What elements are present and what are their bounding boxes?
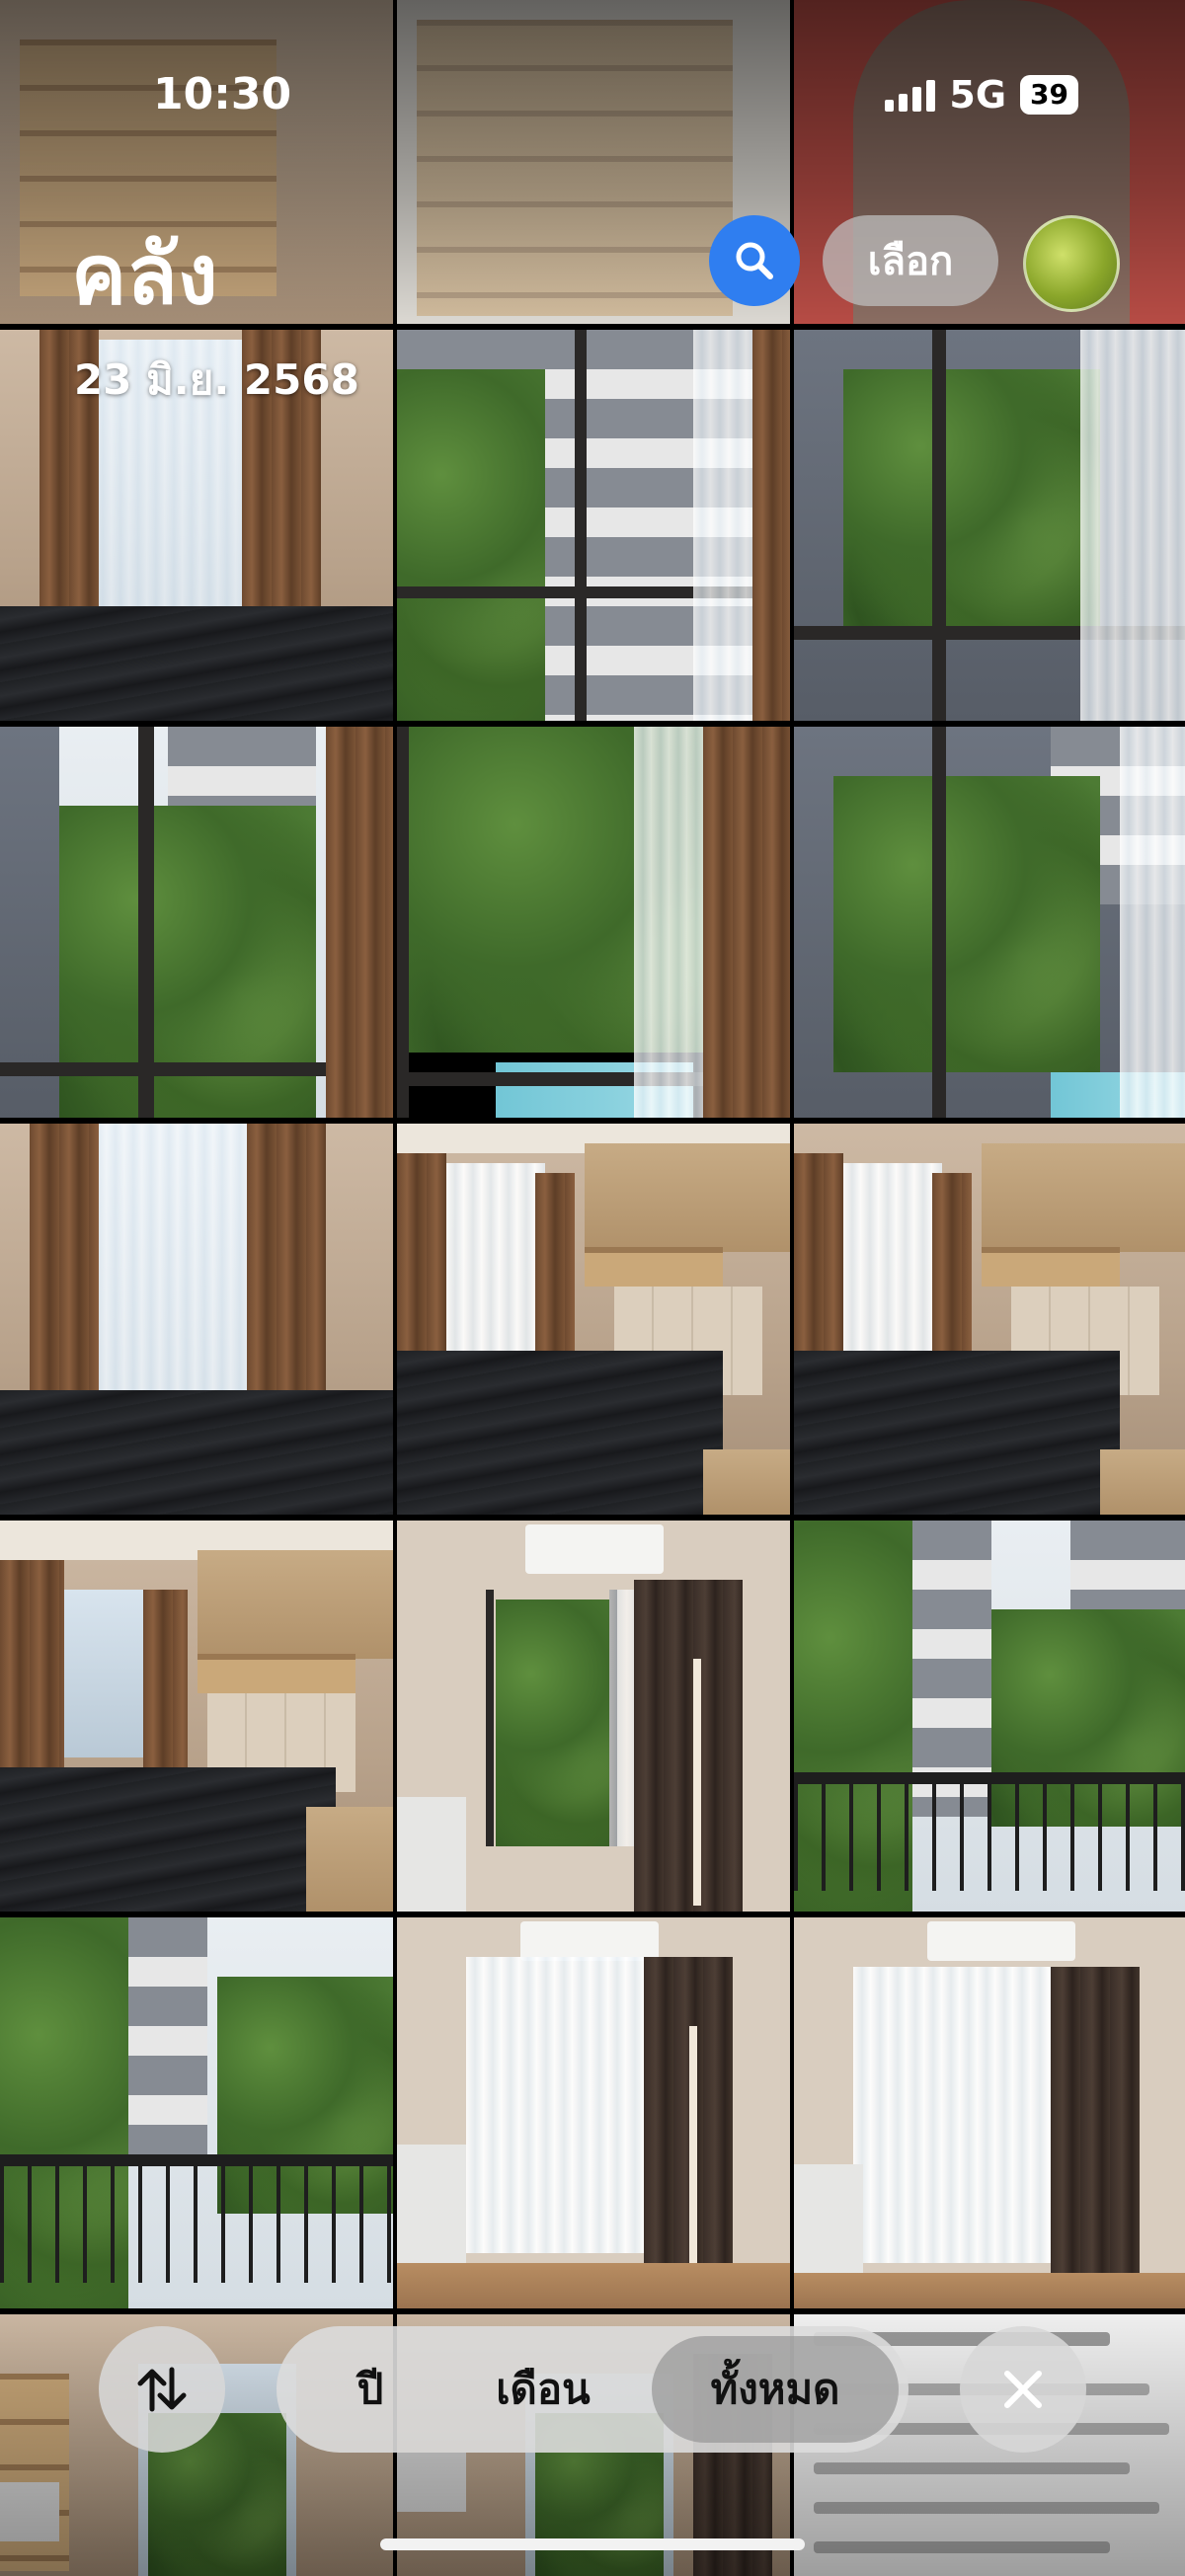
photo-thumbnail[interactable] <box>397 330 790 721</box>
photo-thumbnail[interactable] <box>397 1124 790 1515</box>
avatar[interactable] <box>1023 215 1120 312</box>
home-indicator[interactable] <box>380 2538 805 2550</box>
tab-months[interactable]: เดือน <box>444 2336 642 2443</box>
magnifying-glass-icon <box>736 242 773 279</box>
photo-thumbnail[interactable] <box>0 1124 393 1515</box>
signal-icon <box>885 78 936 112</box>
photo-thumbnail[interactable] <box>794 1917 1185 2308</box>
page-title: คลัง <box>71 226 218 323</box>
sort-button[interactable] <box>99 2326 225 2453</box>
photo-thumbnail[interactable] <box>397 727 790 1118</box>
network-type: 5G <box>949 73 1007 117</box>
photo-thumbnail[interactable] <box>794 727 1185 1118</box>
photo-thumbnail[interactable] <box>794 330 1185 721</box>
photo-thumbnail[interactable] <box>0 727 393 1118</box>
close-button[interactable] <box>960 2326 1086 2453</box>
view-segmented-control: ปี เดือน ทั้งหมด <box>276 2326 908 2453</box>
search-button[interactable] <box>709 215 800 306</box>
photo-thumbnail[interactable] <box>397 1521 790 1912</box>
photo-thumbnail[interactable] <box>0 1917 393 2308</box>
tab-all[interactable]: ทั้งหมด <box>652 2336 899 2443</box>
status-indicators: 5G 39 <box>885 73 1078 117</box>
sort-arrows-icon <box>137 2367 187 2412</box>
photo-thumbnail[interactable] <box>397 1917 790 2308</box>
close-icon <box>1004 2371 1042 2408</box>
photo-thumbnail[interactable] <box>794 1124 1185 1515</box>
photo-thumbnail[interactable] <box>0 1521 393 1912</box>
battery-icon: 39 <box>1020 75 1078 115</box>
select-button[interactable]: เลือก <box>823 215 998 306</box>
tab-years[interactable]: ปี <box>296 2336 444 2443</box>
date-label: 23 มิ.ย. 2568 <box>74 355 359 404</box>
status-time: 10:30 <box>153 69 292 119</box>
photo-thumbnail[interactable] <box>794 1521 1185 1912</box>
